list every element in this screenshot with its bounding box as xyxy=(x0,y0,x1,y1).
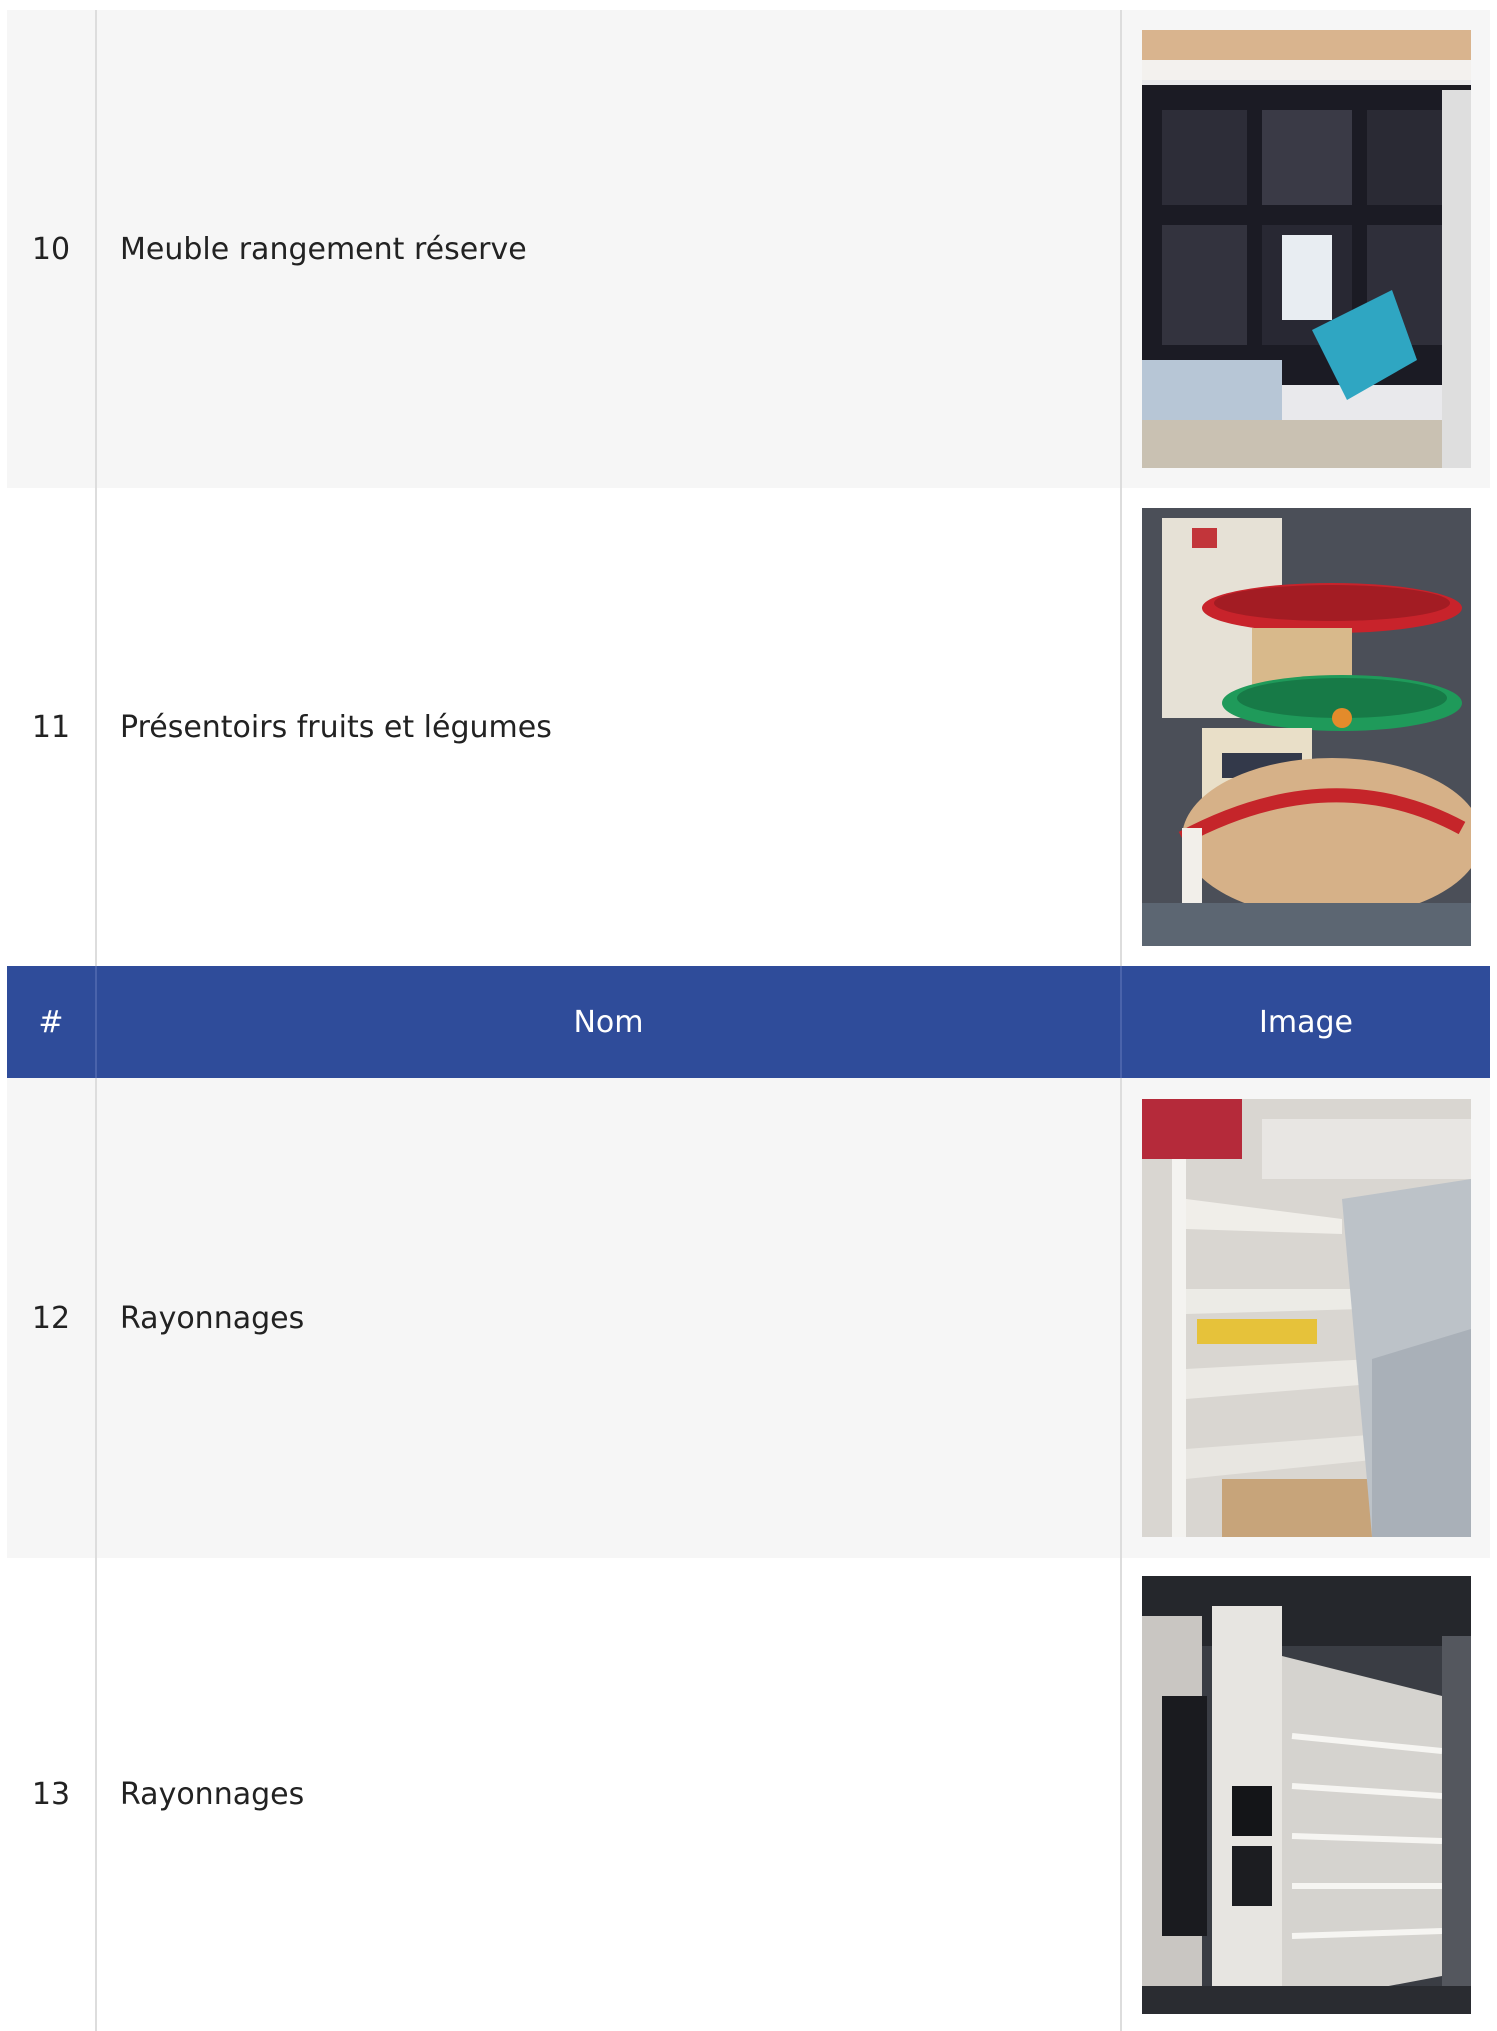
row-image-cell xyxy=(1122,1078,1490,1558)
table-row: 13 Rayonnages xyxy=(7,1558,1490,2031)
row-name-cell: Meuble rangement réserve xyxy=(97,10,1122,488)
page: 10 Meuble rangement réserve 11 Présentoi… xyxy=(0,0,1497,2031)
row-name-cell: Rayonnages xyxy=(97,1558,1122,2031)
row-image-cell xyxy=(1122,1558,1490,2031)
table-row: 11 Présentoirs fruits et légumes xyxy=(7,488,1490,966)
row-name: Rayonnages xyxy=(120,1300,305,1336)
storage-shelf-photo[interactable] xyxy=(1141,30,1471,468)
row-number-cell: 13 xyxy=(7,1558,97,2031)
row-number: 11 xyxy=(31,709,71,745)
table-row: 12 Rayonnages xyxy=(7,1078,1490,1558)
row-number-cell: 11 xyxy=(7,488,97,966)
header-name: Nom xyxy=(97,966,1122,1078)
row-image-cell xyxy=(1122,488,1490,966)
table-row: 10 Meuble rangement réserve xyxy=(7,10,1490,488)
row-image-cell xyxy=(1122,10,1490,488)
row-number: 13 xyxy=(31,1777,71,1812)
row-name-cell: Présentoirs fruits et légumes xyxy=(97,488,1122,966)
row-number-cell: 10 xyxy=(7,10,97,488)
row-name: Présentoirs fruits et légumes xyxy=(120,709,552,745)
produce-display-photo[interactable] xyxy=(1141,508,1471,946)
row-number-cell: 12 xyxy=(7,1078,97,1558)
header-image: Image xyxy=(1259,1004,1353,1040)
row-name: Meuble rangement réserve xyxy=(120,231,527,267)
shelving-photo[interactable] xyxy=(1141,1575,1471,2014)
row-number: 10 xyxy=(31,231,71,267)
table-header: # Nom Image xyxy=(7,966,1490,1078)
row-number: 12 xyxy=(31,1300,71,1336)
header-num: # xyxy=(7,966,97,1078)
row-name: Rayonnages xyxy=(120,1777,305,1812)
shelving-photo[interactable] xyxy=(1141,1099,1471,1537)
row-name-cell: Rayonnages xyxy=(97,1078,1122,1558)
